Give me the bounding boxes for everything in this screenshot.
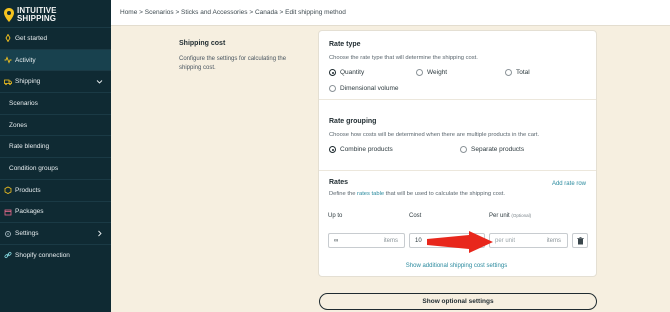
delete-row-button[interactable] [572,233,588,248]
rates-description-end: that will be used to calculate the shipp… [384,191,505,197]
radio-separate-products[interactable]: Separate products [460,146,524,153]
radio-indicator [329,69,336,76]
sidebar-item-label: Zones [9,121,28,129]
top-bar: Home > Scenarios > Sticks and Accessorie… [111,0,670,26]
column-header-cost: Cost [409,213,422,219]
red-arrow-icon [427,231,493,253]
rate-type-section: Rate type Choose the rate type that will… [319,31,596,100]
cost-value: 10 [415,238,422,244]
up-to-value: ∞ [334,238,339,244]
show-additional-settings-link[interactable]: Show additional shipping cost settings [318,263,595,269]
sidebar-item-products[interactable]: Products [0,178,111,201]
sidebar-item-label: Shopify connection [15,251,70,259]
column-header-per-unit: Per unit (Optional) [489,213,531,219]
radio-indicator [505,69,512,76]
rates-title: Rates [329,179,349,186]
shipping-cost-intro: Shipping cost Configure the settings for… [179,40,309,72]
rates-description: Define the rates table that will be used… [329,191,505,197]
brand-line2: SHIPPING [17,14,57,23]
rate-grouping-description: Choose how costs will be determined when… [329,132,540,138]
sidebar-item-zones[interactable]: Zones [0,113,111,136]
show-optional-settings-button[interactable]: Show optional settings [319,293,597,310]
up-to-unit: items [383,238,398,244]
sidebar-item-scenarios[interactable]: Scenarios [0,92,111,114]
breadcrumb[interactable]: Home > Scenarios > Sticks and Accessorie… [120,9,346,16]
radio-indicator [329,85,336,92]
sidebar-item-label: Get started [15,34,48,42]
sidebar-item-label: Condition groups [9,164,59,172]
radio-indicator [460,146,467,153]
sidebar-item-packages[interactable]: Packages [0,200,111,223]
rates-table-link[interactable]: rates table [357,191,384,197]
radio-label: Dimensional volume [340,85,399,92]
location-pin-icon [4,8,14,22]
radio-label: Combine products [340,146,393,153]
chevron-down-icon [96,80,103,85]
chevron-right-icon [98,230,102,237]
sidebar-item-label: Settings [15,230,39,238]
sidebar-nav: Get started Activity Shipping Scenarios … [0,27,111,266]
brand-logo[interactable]: INTUITIVE SHIPPING [4,4,57,26]
add-rate-row-link[interactable]: Add rate row [552,181,586,187]
package-icon [4,209,12,216]
radio-label: Weight [427,69,448,76]
rates-description-start: Define the [329,191,358,197]
radio-label: Total [516,69,530,76]
per-unit-placeholder: per unit [495,238,516,244]
rate-grouping-section: Rate grouping Choose how costs will be d… [319,100,596,171]
gear-icon [5,230,11,237]
activity-icon [4,56,12,64]
rate-type-title: Rate type [329,41,361,48]
sidebar-item-label: Packages [15,208,44,216]
rocket-icon [5,34,11,43]
sidebar: INTUITIVE SHIPPING Get started Activity … [0,0,111,312]
per-unit-label: Per unit [489,213,510,219]
radio-label: Separate products [471,146,525,153]
radio-indicator [329,146,336,153]
sidebar-item-get-started[interactable]: Get started [0,27,111,49]
sidebar-item-label: Activity [15,56,36,64]
sidebar-item-activity[interactable]: Activity [0,48,111,71]
per-unit-input[interactable]: per unit items [489,233,568,248]
link-icon [4,252,12,259]
up-to-input[interactable]: ∞ items [328,233,405,248]
section-description: Configure the settings for calculating t… [179,56,287,71]
sidebar-item-settings[interactable]: Settings [0,222,111,244]
radio-combine-products[interactable]: Combine products [329,146,393,153]
sidebar-item-shipping[interactable]: Shipping [0,70,111,92]
sidebar-item-rate-blending[interactable]: Rate blending [0,135,111,157]
truck-icon [4,79,12,85]
trash-icon [576,236,584,244]
radio-weight[interactable]: Weight [416,69,447,76]
sidebar-item-shopify-connection[interactable]: Shopify connection [0,243,111,266]
radio-total[interactable]: Total [505,69,530,76]
sidebar-item-label: Scenarios [9,99,38,107]
brand-name: INTUITIVE SHIPPING [17,7,57,23]
sidebar-item-label: Products [15,186,41,194]
optional-label: (Optional) [511,213,532,218]
radio-quantity[interactable]: Quantity [329,69,364,76]
per-unit-unit: items [546,238,561,244]
radio-label: Quantity [340,69,365,76]
column-header-up-to: Up to [328,213,343,219]
section-heading: Shipping cost [179,40,226,47]
radio-dimensional-volume[interactable]: Dimensional volume [329,85,399,92]
rate-type-description: Choose the rate type that will determine… [329,55,478,61]
rate-grouping-title: Rate grouping [329,118,377,125]
sidebar-item-label: Shipping [15,78,41,86]
radio-indicator [416,69,423,76]
sidebar-item-label: Rate blending [9,143,50,151]
box-icon [4,186,12,195]
sidebar-item-condition-groups[interactable]: Condition groups [0,157,111,179]
